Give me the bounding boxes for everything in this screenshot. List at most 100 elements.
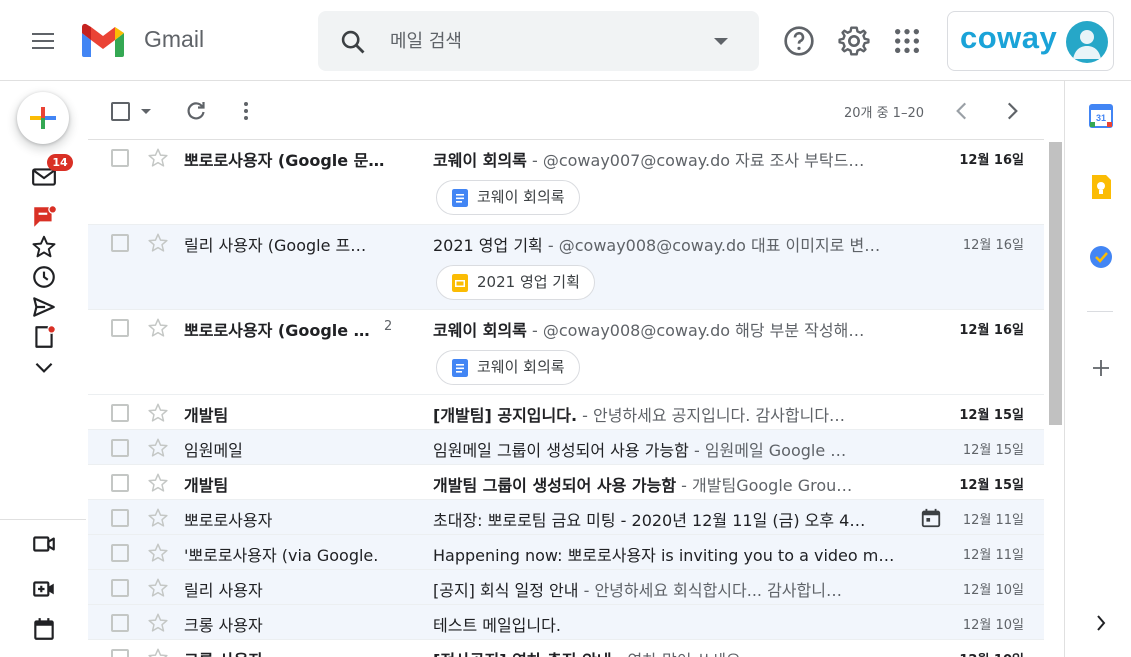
show-side-panel-chevron-right-icon[interactable]	[1088, 610, 1114, 636]
mail-content: 개발팀 그룹이 생성되어 사용 가능함 - 개발팀Google Grou…	[433, 472, 911, 496]
mail-sender: 임원메일	[184, 441, 243, 460]
mail-row[interactable]: 크롱 사용자 [전사공지] 연차 촉진 안내 - 연차 많이 쓰세요… 12월 10…	[88, 640, 1044, 657]
avatar[interactable]	[1066, 21, 1108, 63]
mail-row[interactable]: '뽀로로사용자 (via Google. Happening now: 뽀로로사용…	[88, 535, 1044, 570]
mail-row[interactable]: 뽀로로사용자 초대장: 뽀로로팀 금요 미팅 - 2020년 12월 11일 (금…	[88, 500, 1044, 535]
mail-snippet: - 임원메일 Google …	[688, 441, 847, 460]
mail-date: 12월 16일	[959, 153, 1024, 168]
help-icon[interactable]	[783, 25, 815, 57]
google-calendar-app-icon[interactable]: 31	[1088, 103, 1114, 129]
mail-subject: 임원메일 그룹이 생성되어 사용 가능함	[433, 441, 689, 460]
older-page-chevron-right-icon[interactable]	[999, 98, 1025, 124]
star-icon[interactable]	[147, 437, 169, 459]
star-icon[interactable]	[147, 317, 169, 339]
attachment-chip[interactable]: 코웨이 회의록	[436, 350, 580, 385]
mail-date: 12월 15일	[962, 443, 1024, 458]
meet-new-meeting-icon[interactable]	[31, 531, 57, 557]
mail-snippet: - 안녕하세요 공지입니다. 감사합니다…	[577, 406, 846, 425]
mail-row[interactable]: 릴리 사용자 (Google 프… 2021 영업 기획 - @coway008@…	[88, 225, 1044, 310]
mail-snippet: - @coway007@coway.do 자료 조사 부탁드…	[526, 151, 865, 170]
mail-row[interactable]: 릴리 사용자 [공지] 회식 일정 안내 - 안녕하세요 회식합시다... 감사합…	[88, 570, 1044, 605]
mail-snippet: - 개발팀Google Grou…	[676, 476, 853, 495]
mail-date: 12월 11일	[962, 548, 1024, 563]
star-icon[interactable]	[147, 147, 169, 169]
mail-sender: '뽀로로사용자 (via Google.	[184, 546, 379, 565]
mail-row[interactable]: 뽀로로사용자 (Google 문… 코웨이 회의록 - @coway007@cow…	[88, 140, 1044, 225]
mail-sender: 크롱 사용자	[184, 647, 394, 657]
mail-content: [전사공지] 연차 촉진 안내 - 연차 많이 쓰세요…	[433, 647, 911, 657]
star-icon[interactable]	[147, 612, 169, 634]
mail-subject: [공지] 회식 일정 안내	[433, 581, 579, 600]
more-chevron-down-icon[interactable]	[31, 354, 57, 380]
search-options-caret-icon[interactable]	[714, 38, 728, 45]
row-checkbox[interactable]	[111, 579, 129, 597]
snoozed-clock-icon[interactable]	[31, 264, 57, 290]
star-icon[interactable]	[147, 507, 169, 529]
mail-sender: 릴리 사용자	[184, 581, 263, 600]
top-bar: Gmail coway	[0, 0, 1131, 81]
row-checkbox[interactable]	[111, 509, 129, 527]
mail-date: 12월 15일	[959, 478, 1024, 493]
star-icon[interactable]	[147, 577, 169, 599]
mail-date: 12월 15일	[959, 408, 1024, 423]
mail-subject: 개발팀 그룹이 생성되어 사용 가능함	[433, 476, 677, 495]
row-checkbox[interactable]	[111, 404, 129, 422]
compose-button[interactable]	[17, 92, 69, 144]
mail-row[interactable]: 개발팀 [개발팀] 공지입니다. - 안녕하세요 공지입니다. 감사합니다… 12월…	[88, 395, 1044, 430]
pagination-info: 20개 중 1–20	[843, 106, 924, 121]
calendar-icon[interactable]	[31, 616, 57, 642]
gmail-logo-icon[interactable]	[79, 23, 127, 59]
user-avatar-icon	[1073, 30, 1101, 59]
mail-sender: 크롱 사용자	[184, 616, 263, 635]
scrollbar-thumb[interactable]	[1049, 142, 1062, 425]
select-all-checkbox[interactable]	[111, 102, 130, 121]
row-checkbox[interactable]	[111, 649, 129, 657]
mail-snippet: - 연차 많이 쓰세요…	[612, 651, 757, 657]
drafts-icon[interactable]	[31, 324, 57, 350]
main-menu-button[interactable]	[26, 26, 60, 56]
mail-content: 임원메일 그룹이 생성되어 사용 가능함 - 임원메일 Google …	[433, 437, 911, 461]
refresh-icon[interactable]	[184, 99, 208, 123]
star-icon[interactable]	[147, 542, 169, 564]
newer-page-chevron-left-icon[interactable]	[949, 98, 975, 124]
mail-row[interactable]: 개발팀 개발팀 그룹이 생성되어 사용 가능함 - 개발팀Google Grou……	[88, 465, 1044, 500]
apps-grid-icon[interactable]	[891, 25, 923, 57]
row-checkbox[interactable]	[111, 319, 129, 337]
mail-sender: 개발팀	[184, 406, 229, 425]
mail-content: 테스트 메일입니다.	[433, 612, 911, 636]
row-checkbox[interactable]	[111, 149, 129, 167]
sent-icon[interactable]	[31, 294, 57, 320]
select-options-caret-icon[interactable]	[141, 109, 151, 114]
star-icon[interactable]	[147, 472, 169, 494]
settings-gear-icon[interactable]	[838, 25, 870, 57]
star-icon[interactable]	[147, 402, 169, 424]
search-icon[interactable]	[339, 28, 367, 56]
mail-row[interactable]: 크롱 사용자 테스트 메일입니다. 12월 10일	[88, 605, 1044, 640]
star-icon[interactable]	[147, 647, 169, 657]
row-checkbox[interactable]	[111, 439, 129, 457]
google-tasks-app-icon[interactable]	[1088, 244, 1114, 270]
row-checkbox[interactable]	[111, 474, 129, 492]
add-addon-plus-icon[interactable]	[1088, 355, 1114, 381]
rail-divider	[0, 519, 86, 520]
star-icon[interactable]	[147, 232, 169, 254]
inbox-unread-badge: 14	[47, 154, 73, 171]
row-checkbox[interactable]	[111, 614, 129, 632]
row-checkbox[interactable]	[111, 234, 129, 252]
google-keep-app-icon[interactable]	[1088, 174, 1114, 200]
attachment-name: 코웨이 회의록	[477, 358, 565, 376]
chat-icon[interactable]	[31, 204, 57, 230]
row-checkbox[interactable]	[111, 544, 129, 562]
more-options-icon[interactable]	[234, 99, 258, 123]
mail-row[interactable]: 임원메일 임원메일 그룹이 생성되어 사용 가능함 - 임원메일 Google ……	[88, 430, 1044, 465]
search-input[interactable]	[390, 25, 690, 57]
starred-icon[interactable]	[31, 234, 57, 260]
mail-subject: [개발팀] 공지입니다.	[433, 406, 578, 425]
attachment-chip[interactable]: 2021 영업 기획	[436, 265, 595, 300]
google-docs-icon	[452, 189, 468, 207]
attachment-chip[interactable]: 코웨이 회의록	[436, 180, 580, 215]
meet-join-meeting-icon[interactable]	[31, 576, 57, 602]
account-switcher[interactable]: coway	[947, 11, 1114, 71]
mail-subject: 테스트 메일입니다.	[433, 616, 561, 635]
mail-row[interactable]: 뽀로로사용자 (Google … 2 코웨이 회의록 - @coway008@cow…	[88, 310, 1044, 395]
